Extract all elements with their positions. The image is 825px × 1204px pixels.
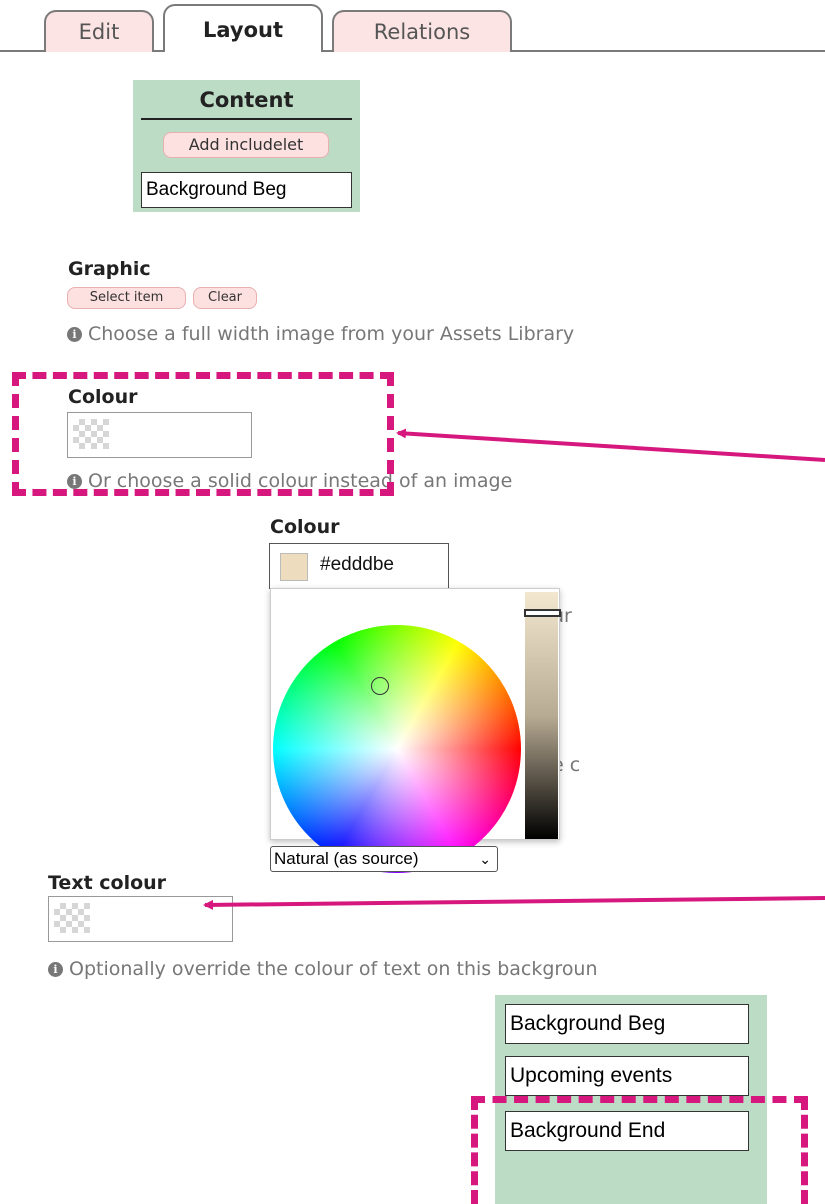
- annotation-arrow: [203, 896, 825, 910]
- annotation-arrow: [396, 428, 825, 462]
- annotation-arrows: [203, 428, 825, 910]
